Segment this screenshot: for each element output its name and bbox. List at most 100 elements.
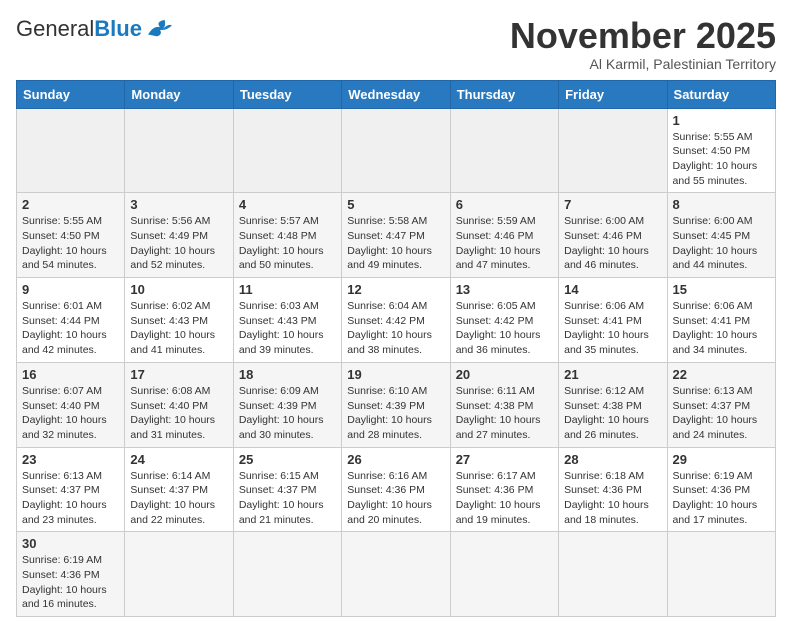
calendar-cell: 10 Sunrise: 6:02 AM Sunset: 4:43 PM Dayli… (125, 278, 233, 363)
day-number: 10 (130, 282, 227, 297)
day-info: Sunrise: 5:55 AM Sunset: 4:50 PM Dayligh… (22, 214, 119, 273)
calendar-cell: 19 Sunrise: 6:10 AM Sunset: 4:39 PM Dayli… (342, 362, 450, 447)
location-subtitle: Al Karmil, Palestinian Territory (510, 56, 776, 72)
day-number: 6 (456, 197, 553, 212)
day-info: Sunrise: 6:10 AM Sunset: 4:39 PM Dayligh… (347, 384, 444, 443)
day-number: 14 (564, 282, 661, 297)
calendar-cell: 2 Sunrise: 5:55 AM Sunset: 4:50 PM Daylig… (17, 193, 125, 278)
weekday-header-thursday: Thursday (450, 80, 558, 108)
day-info: Sunrise: 6:19 AM Sunset: 4:36 PM Dayligh… (22, 553, 119, 612)
day-number: 30 (22, 536, 119, 551)
day-number: 1 (673, 113, 770, 128)
day-info: Sunrise: 6:11 AM Sunset: 4:38 PM Dayligh… (456, 384, 553, 443)
day-number: 22 (673, 367, 770, 382)
calendar-cell (450, 532, 558, 617)
weekday-header-wednesday: Wednesday (342, 80, 450, 108)
calendar-cell: 12 Sunrise: 6:04 AM Sunset: 4:42 PM Dayli… (342, 278, 450, 363)
calendar-cell: 15Sunrise: 6:06 AM Sunset: 4:41 PM Dayli… (667, 278, 775, 363)
calendar-cell (667, 532, 775, 617)
day-number: 2 (22, 197, 119, 212)
calendar-cell: 9 Sunrise: 6:01 AM Sunset: 4:44 PM Daylig… (17, 278, 125, 363)
weekday-header-friday: Friday (559, 80, 667, 108)
logo-general: General (16, 16, 94, 42)
day-number: 12 (347, 282, 444, 297)
day-info: Sunrise: 6:16 AM Sunset: 4:36 PM Dayligh… (347, 469, 444, 528)
calendar-cell: 24 Sunrise: 6:14 AM Sunset: 4:37 PM Dayli… (125, 447, 233, 532)
day-number: 11 (239, 282, 336, 297)
day-info: Sunrise: 6:19 AM Sunset: 4:36 PM Dayligh… (673, 469, 770, 528)
day-number: 19 (347, 367, 444, 382)
day-number: 20 (456, 367, 553, 382)
day-info: Sunrise: 5:56 AM Sunset: 4:49 PM Dayligh… (130, 214, 227, 273)
day-info: Sunrise: 6:12 AM Sunset: 4:38 PM Dayligh… (564, 384, 661, 443)
day-number: 13 (456, 282, 553, 297)
day-number: 24 (130, 452, 227, 467)
day-number: 21 (564, 367, 661, 382)
calendar-cell: 21 Sunrise: 6:12 AM Sunset: 4:38 PM Dayli… (559, 362, 667, 447)
day-info: Sunrise: 5:55 AM Sunset: 4:50 PM Dayligh… (673, 130, 770, 189)
calendar-cell (450, 108, 558, 193)
calendar-cell: 5Sunrise: 5:58 AM Sunset: 4:47 PM Daylig… (342, 193, 450, 278)
day-info: Sunrise: 6:03 AM Sunset: 4:43 PM Dayligh… (239, 299, 336, 358)
day-info: Sunrise: 6:04 AM Sunset: 4:42 PM Dayligh… (347, 299, 444, 358)
day-info: Sunrise: 6:06 AM Sunset: 4:41 PM Dayligh… (564, 299, 661, 358)
calendar-cell: 4Sunrise: 5:57 AM Sunset: 4:48 PM Daylig… (233, 193, 341, 278)
calendar-table: SundayMondayTuesdayWednesdayThursdayFrid… (16, 80, 776, 618)
logo-bird-icon (146, 18, 174, 40)
calendar-cell (342, 108, 450, 193)
day-number: 29 (673, 452, 770, 467)
day-number: 3 (130, 197, 227, 212)
logo-blue: Blue (94, 16, 142, 42)
calendar-cell: 6Sunrise: 5:59 AM Sunset: 4:46 PM Daylig… (450, 193, 558, 278)
day-info: Sunrise: 6:00 AM Sunset: 4:45 PM Dayligh… (673, 214, 770, 273)
day-info: Sunrise: 6:15 AM Sunset: 4:37 PM Dayligh… (239, 469, 336, 528)
calendar-week-1: 1 Sunrise: 5:55 AM Sunset: 4:50 PM Daylig… (17, 108, 776, 193)
day-info: Sunrise: 6:06 AM Sunset: 4:41 PM Dayligh… (673, 299, 770, 358)
calendar-week-3: 9 Sunrise: 6:01 AM Sunset: 4:44 PM Daylig… (17, 278, 776, 363)
calendar-cell: 7Sunrise: 6:00 AM Sunset: 4:46 PM Daylig… (559, 193, 667, 278)
day-number: 17 (130, 367, 227, 382)
day-number: 5 (347, 197, 444, 212)
calendar-cell: 25 Sunrise: 6:15 AM Sunset: 4:37 PM Dayli… (233, 447, 341, 532)
calendar-cell: 13 Sunrise: 6:05 AM Sunset: 4:42 PM Dayli… (450, 278, 558, 363)
day-info: Sunrise: 6:08 AM Sunset: 4:40 PM Dayligh… (130, 384, 227, 443)
calendar-cell: 20 Sunrise: 6:11 AM Sunset: 4:38 PM Dayli… (450, 362, 558, 447)
calendar-cell: 3 Sunrise: 5:56 AM Sunset: 4:49 PM Daylig… (125, 193, 233, 278)
day-info: Sunrise: 6:05 AM Sunset: 4:42 PM Dayligh… (456, 299, 553, 358)
calendar-cell: 28Sunrise: 6:18 AM Sunset: 4:36 PM Dayli… (559, 447, 667, 532)
calendar-cell: 11 Sunrise: 6:03 AM Sunset: 4:43 PM Dayli… (233, 278, 341, 363)
calendar-cell: 27Sunrise: 6:17 AM Sunset: 4:36 PM Dayli… (450, 447, 558, 532)
day-info: Sunrise: 6:07 AM Sunset: 4:40 PM Dayligh… (22, 384, 119, 443)
weekday-header-sunday: Sunday (17, 80, 125, 108)
day-info: Sunrise: 6:14 AM Sunset: 4:37 PM Dayligh… (130, 469, 227, 528)
calendar-week-5: 23Sunrise: 6:13 AM Sunset: 4:37 PM Dayli… (17, 447, 776, 532)
calendar-cell (125, 108, 233, 193)
calendar-cell (233, 108, 341, 193)
day-info: Sunrise: 6:17 AM Sunset: 4:36 PM Dayligh… (456, 469, 553, 528)
calendar-cell (17, 108, 125, 193)
day-info: Sunrise: 6:02 AM Sunset: 4:43 PM Dayligh… (130, 299, 227, 358)
calendar-cell (125, 532, 233, 617)
day-number: 26 (347, 452, 444, 467)
calendar-cell: 17 Sunrise: 6:08 AM Sunset: 4:40 PM Dayli… (125, 362, 233, 447)
calendar-cell: 30 Sunrise: 6:19 AM Sunset: 4:36 PM Dayli… (17, 532, 125, 617)
calendar-cell (559, 532, 667, 617)
calendar-cell: 18Sunrise: 6:09 AM Sunset: 4:39 PM Dayli… (233, 362, 341, 447)
calendar-cell: 8Sunrise: 6:00 AM Sunset: 4:45 PM Daylig… (667, 193, 775, 278)
day-number: 9 (22, 282, 119, 297)
weekday-header-tuesday: Tuesday (233, 80, 341, 108)
calendar-cell: 14 Sunrise: 6:06 AM Sunset: 4:41 PM Dayli… (559, 278, 667, 363)
day-info: Sunrise: 6:13 AM Sunset: 4:37 PM Dayligh… (22, 469, 119, 528)
calendar-body: 1 Sunrise: 5:55 AM Sunset: 4:50 PM Daylig… (17, 108, 776, 617)
calendar-cell: 23Sunrise: 6:13 AM Sunset: 4:37 PM Dayli… (17, 447, 125, 532)
day-info: Sunrise: 5:57 AM Sunset: 4:48 PM Dayligh… (239, 214, 336, 273)
calendar-cell (559, 108, 667, 193)
calendar-week-2: 2 Sunrise: 5:55 AM Sunset: 4:50 PM Daylig… (17, 193, 776, 278)
day-info: Sunrise: 6:18 AM Sunset: 4:36 PM Dayligh… (564, 469, 661, 528)
calendar-cell: 26 Sunrise: 6:16 AM Sunset: 4:36 PM Dayli… (342, 447, 450, 532)
day-number: 25 (239, 452, 336, 467)
day-info: Sunrise: 6:01 AM Sunset: 4:44 PM Dayligh… (22, 299, 119, 358)
title-area: November 2025 Al Karmil, Palestinian Ter… (510, 16, 776, 72)
calendar-cell: 29 Sunrise: 6:19 AM Sunset: 4:36 PM Dayli… (667, 447, 775, 532)
calendar-cell (342, 532, 450, 617)
